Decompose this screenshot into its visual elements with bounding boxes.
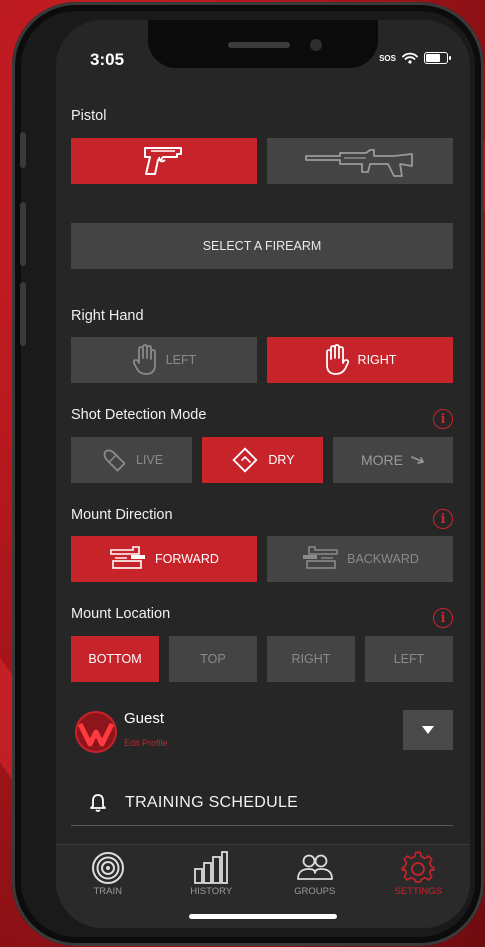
phone-side-button [20,202,26,266]
hand-left-button[interactable]: LEFT [71,337,257,383]
mount-backward-button[interactable]: BACKWARD [267,536,453,582]
rifle-button[interactable] [267,138,453,184]
edit-profile-link[interactable]: Edit Profile [124,738,168,748]
wifi-icon [402,52,418,64]
bar-chart-icon [194,851,229,884]
profile-row: Guest Edit Profile [71,708,453,758]
groups-icon [296,854,333,880]
hand-section-label: Right Hand [71,308,144,324]
front-camera [310,39,322,51]
app-logo-icon [75,711,117,753]
rifle-icon [305,149,413,177]
shot-detection-info-icon[interactable]: i [433,409,453,429]
home-indicator[interactable] [189,914,337,919]
bell-icon [90,793,106,812]
shot-detection-section-label: Shot Detection Mode [71,407,207,423]
firearm-section-label: Pistol [71,108,107,124]
training-schedule-item[interactable]: TRAINING SCHEDULE [71,780,453,826]
speaker-grille [228,42,290,48]
hand-left-label: LEFT [165,353,197,367]
bullet-icon [103,449,126,472]
tab-train[interactable]: TRAIN [56,845,160,928]
pistol-icon [144,147,182,175]
training-schedule-label: TRAINING SCHEDULE [125,793,299,811]
phone-side-button [20,282,26,346]
shot-mode-more-label: MORE [361,452,403,468]
mount-direction-info-icon[interactable]: i [433,509,453,529]
hand-right-button[interactable]: RIGHT [267,337,453,383]
mount-location-bottom-button[interactable]: BOTTOM [71,636,159,682]
shot-mode-dry-button[interactable]: DRY [202,437,323,483]
status-time: 3:05 [90,50,125,69]
shot-mode-live-label: LIVE [135,453,164,467]
mount-forward-label: FORWARD [155,552,219,566]
app-screen: 3:05 SOS Pistol SELECT A FIREARM Right H… [56,20,470,928]
target-icon [91,852,124,884]
tab-settings[interactable]: SETTINGS [367,845,471,928]
arrow-icon [411,456,424,464]
dry-fire-icon [232,447,258,473]
hand-icon [132,344,156,375]
battery-icon [424,52,451,64]
mount-location-right-button[interactable]: RIGHT [267,636,355,682]
select-firearm-button[interactable]: SELECT A FIREARM [71,223,453,269]
phone-side-button [20,132,26,168]
phone-notch [148,20,378,68]
mount-direction-section-label: Mount Direction [71,507,173,523]
profile-name: Guest [124,710,165,727]
mount-location-section-label: Mount Location [71,606,171,622]
shot-mode-live-button[interactable]: LIVE [71,437,192,483]
mount-backward-label: BACKWARD [347,552,419,566]
shot-mode-more-button[interactable]: MORE [333,437,453,483]
shot-mode-dry-label: DRY [268,453,295,467]
hand-right-label: RIGHT [357,353,397,367]
mount-location-left-button[interactable]: LEFT [365,636,453,682]
hand-icon [325,344,349,375]
gear-icon [401,851,435,883]
tab-train-label: TRAIN [93,886,123,897]
triangle-down-icon [422,726,434,734]
sos-indicator: SOS [379,53,396,63]
profile-dropdown-button[interactable] [403,710,453,750]
tab-settings-label: SETTINGS [394,886,442,897]
mount-backward-icon [303,546,338,569]
mount-forward-icon [110,546,146,569]
tab-history-label: HISTORY [190,886,233,897]
status-icons: SOS [379,52,451,64]
tab-groups-label: GROUPS [294,886,336,897]
mount-location-top-button[interactable]: TOP [169,636,257,682]
mount-forward-button[interactable]: FORWARD [71,536,257,582]
pistol-button[interactable] [71,138,257,184]
mount-location-info-icon[interactable]: i [433,608,453,628]
phone-frame: 3:05 SOS Pistol SELECT A FIREARM Right H… [12,2,484,946]
